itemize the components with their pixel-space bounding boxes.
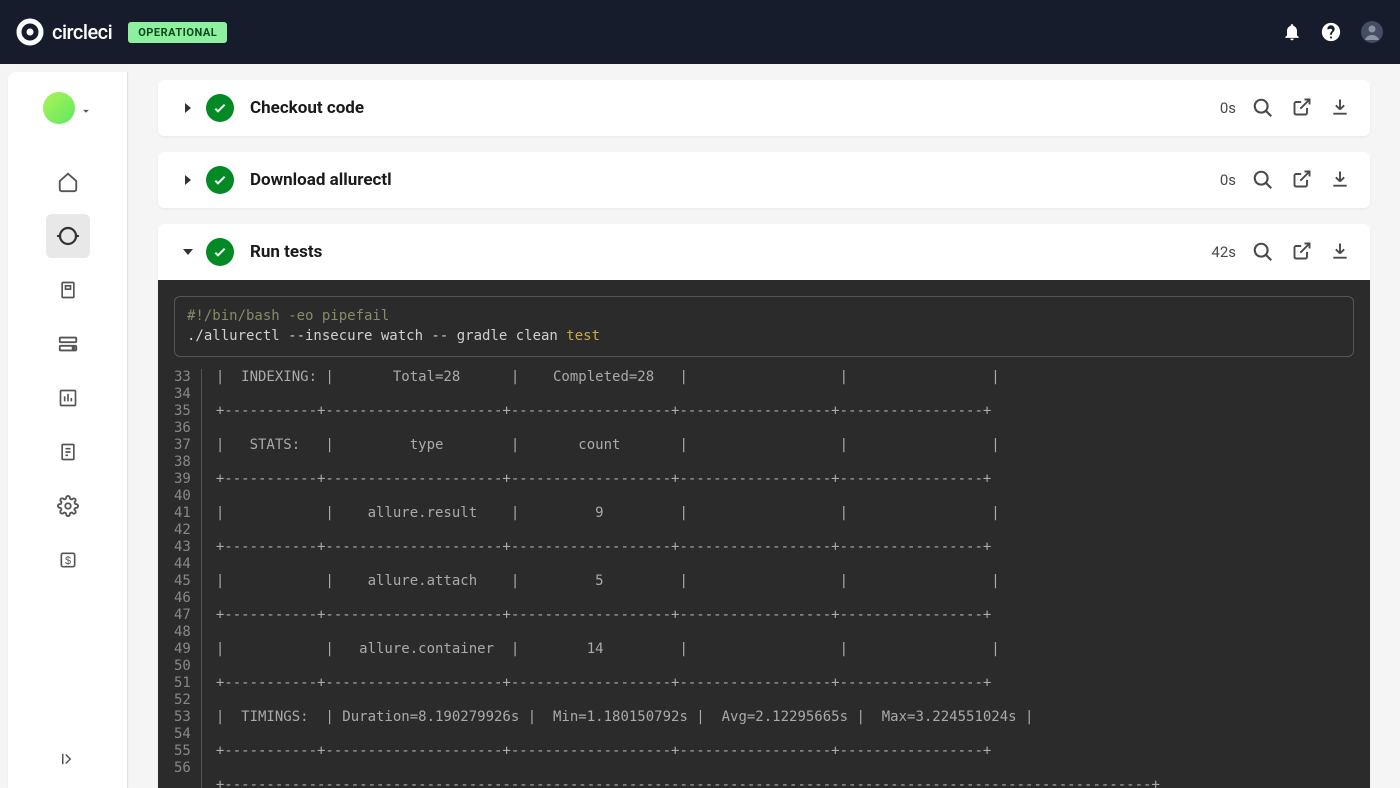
line-gutter: 33 34 35 36 37 38 39 40 41 42 43 44 45 4… — [174, 369, 202, 788]
command-line: ./allurectl --insecure watch -- gradle c… — [187, 327, 1341, 347]
logo[interactable]: circleci — [16, 18, 112, 46]
sidebar: $ — [8, 72, 128, 788]
nav-runners[interactable] — [46, 322, 90, 366]
main-content: Checkout code 0s Download allurectl 0s — [128, 64, 1400, 788]
download-icon[interactable] — [1330, 241, 1350, 263]
circleci-logo-icon — [16, 18, 44, 46]
topbar-left: circleci OPERATIONAL — [16, 18, 227, 46]
log-line: | | allure.result | 9 | | | — [216, 505, 1177, 522]
open-external-icon[interactable] — [1292, 169, 1312, 191]
step-header[interactable]: Run tests 42s — [158, 224, 1370, 280]
log-line: +-----------+---------------------+-----… — [216, 403, 1177, 420]
log-area: 33 34 35 36 37 38 39 40 41 42 43 44 45 4… — [174, 369, 1354, 788]
sidebar-collapse[interactable] — [59, 750, 77, 788]
step-duration: 42s — [1211, 243, 1236, 261]
nav-insights[interactable] — [46, 376, 90, 420]
step-title: Download allurectl — [250, 170, 1220, 190]
step-title: Checkout code — [250, 98, 1220, 118]
nav-settings[interactable] — [46, 484, 90, 528]
nav-plan[interactable]: $ — [46, 538, 90, 582]
help-icon[interactable] — [1320, 21, 1342, 43]
expand-icon — [59, 750, 77, 768]
search-icon[interactable] — [1252, 241, 1274, 263]
log-line: | STATS: | type | count | | | — [216, 437, 1177, 454]
chevron-right-icon — [183, 103, 193, 113]
operational-badge[interactable]: OPERATIONAL — [128, 22, 227, 43]
shebang-line: #!/bin/bash -eo pipefail — [187, 307, 1341, 327]
download-icon[interactable] — [1330, 97, 1350, 119]
log-line: | TIMINGS: | Duration=8.190279926s | Min… — [216, 709, 1177, 726]
command-prefix: ./allurectl --insecure watch -- gradle c… — [187, 328, 566, 344]
svg-text:$: $ — [64, 555, 70, 567]
open-external-icon[interactable] — [1292, 241, 1312, 263]
search-icon[interactable] — [1252, 169, 1274, 191]
command-box: #!/bin/bash -eo pipefail ./allurectl --i… — [174, 296, 1354, 357]
org-switcher[interactable] — [43, 92, 93, 130]
step-download-allurectl[interactable]: Download allurectl 0s — [158, 152, 1370, 208]
download-icon[interactable] — [1330, 169, 1350, 191]
log-line: | | allure.container | 14 | | | — [216, 641, 1177, 658]
topbar-right — [1282, 20, 1384, 44]
terminal-output: #!/bin/bash -eo pipefail ./allurectl --i… — [158, 280, 1370, 788]
topbar: circleci OPERATIONAL — [0, 0, 1400, 64]
log-line: +---------------------------------------… — [216, 777, 1177, 788]
open-external-icon[interactable] — [1292, 97, 1312, 119]
nav-projects[interactable] — [46, 268, 90, 312]
step-checkout-code[interactable]: Checkout code 0s — [158, 80, 1370, 136]
nav-dashboard[interactable] — [46, 160, 90, 204]
nav-releases[interactable] — [46, 430, 90, 474]
log-line: | INDEXING: | Total=28 | Completed=28 | … — [216, 369, 1177, 386]
step-actions — [1252, 169, 1350, 191]
expand-toggle[interactable] — [178, 175, 198, 185]
sidebar-nav: $ — [46, 160, 90, 750]
log-line: +-----------+---------------------+-----… — [216, 539, 1177, 556]
step-duration: 0s — [1220, 171, 1236, 189]
org-avatar — [43, 92, 75, 124]
chevron-right-icon — [183, 175, 193, 185]
step-title: Run tests — [250, 242, 1211, 262]
notifications-icon[interactable] — [1282, 22, 1302, 42]
status-success-icon — [206, 238, 234, 266]
brand-name: circleci — [52, 20, 112, 44]
step-run-tests: Run tests 42s #!/bin/bash -eo pipefail .… — [158, 224, 1370, 788]
step-actions — [1252, 97, 1350, 119]
status-success-icon — [206, 94, 234, 122]
log-line: +-----------+---------------------+-----… — [216, 743, 1177, 760]
log-lines: | INDEXING: | Total=28 | Completed=28 | … — [202, 369, 1177, 788]
search-icon[interactable] — [1252, 97, 1274, 119]
nav-pipelines[interactable] — [46, 214, 90, 258]
step-duration: 0s — [1220, 99, 1236, 117]
command-keyword: test — [566, 328, 600, 344]
collapse-toggle[interactable] — [178, 247, 198, 257]
expand-toggle[interactable] — [178, 103, 198, 113]
log-line: +-----------+---------------------+-----… — [216, 675, 1177, 692]
log-line: +-----------+---------------------+-----… — [216, 471, 1177, 488]
status-success-icon — [206, 166, 234, 194]
step-actions — [1252, 241, 1350, 263]
layout: $ Checkout code 0s — [0, 64, 1400, 788]
log-line: | | allure.attach | 5 | | | — [216, 573, 1177, 590]
user-avatar-icon[interactable] — [1360, 20, 1384, 44]
log-line: +-----------+---------------------+-----… — [216, 607, 1177, 624]
chevron-down-icon — [183, 247, 193, 257]
chevron-down-icon — [79, 104, 93, 118]
